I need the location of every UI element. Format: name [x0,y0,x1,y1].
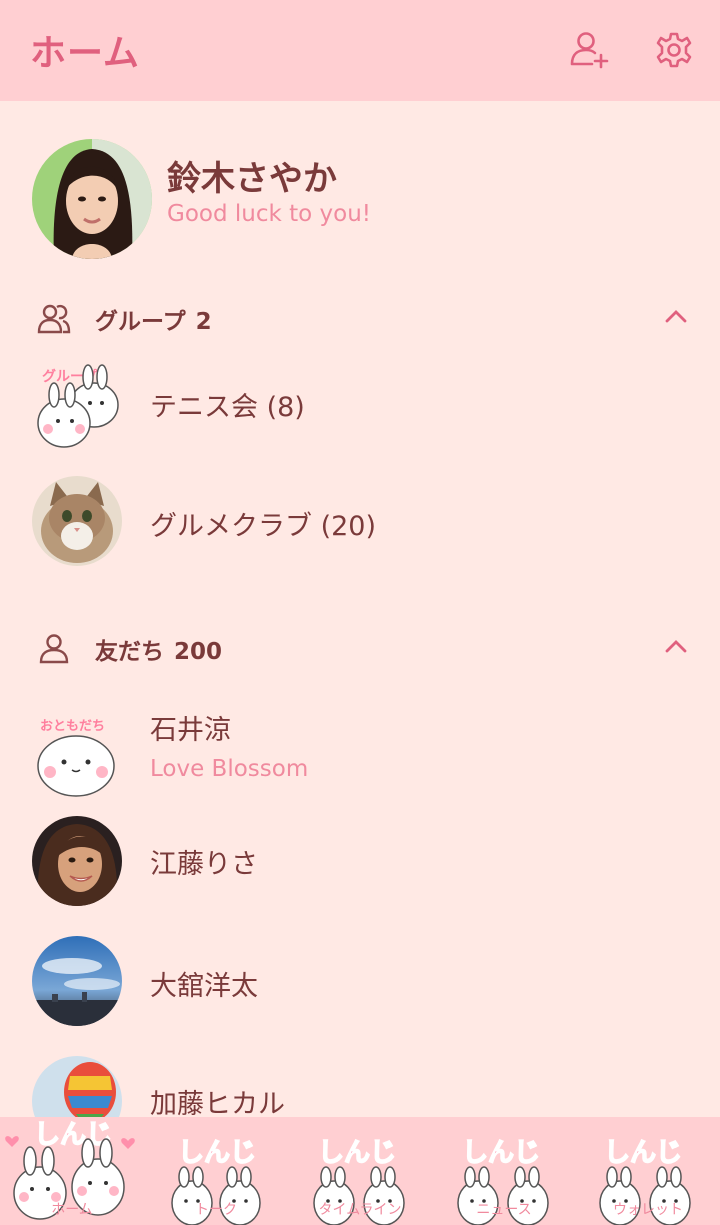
groups-section-label: グループ [95,309,186,335]
header-bar: ホーム [0,0,720,101]
friends-section-header[interactable]: 友だち 200 [0,616,720,676]
group-name: グルメクラブ (20) [150,511,377,542]
friend-row[interactable]: 江藤りさ [0,806,720,916]
profile-avatar[interactable] [32,139,152,259]
friend-name: 石井涼 [150,715,231,746]
settings-icon[interactable] [652,28,696,72]
tab-timeline[interactable]: しんじ タイムライン [288,1117,432,1225]
group-avatar [32,476,122,566]
talk-sticker-caption: しんじ [178,1138,256,1168]
profile-name: 鈴木さやか [167,159,337,199]
tab-timeline-label: タイムライン [318,1202,402,1218]
group-name: テニス会 (8) [150,392,305,423]
wallet-sticker-caption: しんじ [604,1138,682,1168]
friends-section-label: 友だち [95,639,164,665]
chevron-up-icon[interactable] [664,636,688,656]
friend-name: 加藤ヒカル [150,1089,285,1120]
friend-name: 江藤りさ [150,849,258,880]
groups-count: 2 [195,309,212,335]
friend-avatar-caption: おともだち [40,719,105,734]
group-row[interactable]: グループ テニス会 (8) [0,347,720,457]
chevron-up-icon[interactable] [664,306,688,326]
tab-wallet[interactable]: しんじ ウォレット [576,1117,720,1225]
friend-avatar: おともだち [32,706,122,797]
page-title: ホーム [30,33,140,74]
tab-talk-label: トーク [195,1202,237,1218]
friends-count: 200 [174,639,223,665]
bottom-tab-bar: しんじ ホーム しんじ トーク しんじ タイムライン しんじ ニュース しんじ … [0,1117,720,1225]
group-icon [36,300,72,336]
timeline-sticker-caption: しんじ [318,1138,396,1168]
tab-talk[interactable]: しんじ トーク [144,1117,288,1225]
group-avatar: グループ [32,357,122,448]
group-row[interactable]: グルメクラブ (20) [0,466,720,576]
tab-wallet-label: ウォレット [613,1202,683,1218]
tab-home[interactable]: しんじ ホーム [0,1117,144,1225]
add-friend-icon[interactable] [568,28,612,72]
tab-news[interactable]: しんじ ニュース [432,1117,576,1225]
groups-section-header[interactable]: グループ 2 [0,286,720,346]
tab-home-label: ホーム [51,1202,93,1218]
friend-name: 大舘洋太 [150,971,258,1002]
profile-status-message: Good luck to you! [167,201,372,227]
friend-row[interactable]: おともだち 石井涼 Love Blossom [0,696,720,806]
friend-status-message: Love Blossom [150,756,309,782]
friend-icon [36,630,72,666]
tab-news-label: ニュース [476,1202,532,1218]
friend-avatar [32,816,122,906]
friend-avatar [32,936,122,1026]
friend-row[interactable]: 大舘洋太 [0,926,720,1036]
news-sticker-caption: しんじ [462,1138,540,1168]
my-profile[interactable]: 鈴木さやか Good luck to you! [32,139,692,261]
